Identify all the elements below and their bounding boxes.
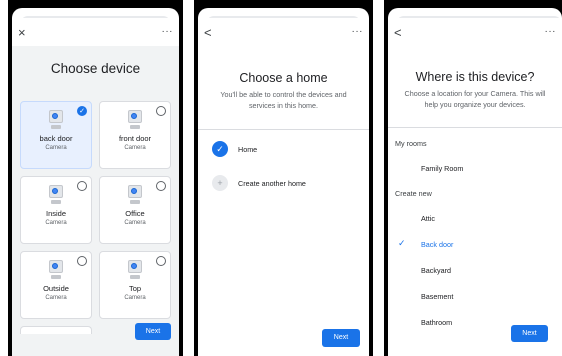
device-type: Camera (124, 295, 146, 301)
next-button[interactable]: Next (511, 325, 548, 342)
close-icon[interactable]: × (18, 26, 26, 39)
room-attic[interactable]: Attic (421, 214, 435, 223)
check-circle-icon: ✓ (212, 141, 228, 157)
back-icon[interactable]: < (204, 26, 212, 39)
divider (388, 127, 562, 128)
app-bar: × ··· (12, 18, 179, 46)
radio-icon[interactable] (156, 106, 166, 116)
create-home-option[interactable]: + Create another home (212, 175, 306, 191)
home-option-home[interactable]: ✓ Home (212, 141, 257, 157)
header: Choose a home You'll be able to control … (198, 71, 369, 111)
radio-icon[interactable] (77, 181, 87, 191)
device-type: Camera (124, 220, 146, 226)
header: Where is this device? Choose a location … (388, 70, 562, 110)
more-options-icon[interactable]: ··· (352, 27, 364, 37)
page-title: Choose device (50, 61, 141, 76)
app-bar: < ··· (198, 18, 369, 46)
room-back-door[interactable]: Back door (421, 240, 453, 249)
back-icon[interactable]: < (394, 26, 402, 39)
device-name: Outside (43, 284, 69, 293)
add-circle-icon: + (212, 175, 228, 191)
room-backyard[interactable]: Backyard (421, 266, 451, 275)
device-name: Top (128, 284, 142, 293)
app-surface: < ··· Choose a home You'll be able to co… (198, 18, 369, 356)
device-name: front door (118, 134, 152, 143)
device-grid: ✓ back door Camera front door Camera Ins… (20, 101, 171, 334)
home-option-label: Home (238, 144, 258, 154)
choose-home-screen: < ··· Choose a home You'll be able to co… (194, 0, 373, 356)
create-home-label: Create another home (238, 178, 306, 188)
camera-icon (49, 185, 63, 205)
device-type: Camera (45, 220, 67, 226)
device-card-partial[interactable] (20, 326, 92, 334)
next-button[interactable]: Next (322, 329, 360, 347)
page-title: Where is this device? (415, 70, 535, 84)
device-name: Inside (45, 209, 66, 218)
app-surface: × ··· Choose device ✓ back door Camera f… (12, 18, 179, 356)
device-type: Camera (45, 295, 67, 301)
device-card-front-door[interactable]: front door Camera (99, 101, 171, 169)
camera-icon (128, 185, 142, 205)
room-family-room[interactable]: Family Room (421, 164, 463, 173)
check-icon: ✓ (398, 238, 406, 248)
room-basement[interactable]: Basement (421, 292, 453, 301)
device-card-outside[interactable]: Outside Camera (20, 251, 92, 319)
radio-icon[interactable] (156, 256, 166, 266)
device-location-screen: < ··· Where is this device? Choose a loc… (384, 0, 562, 356)
radio-icon[interactable] (77, 256, 87, 266)
device-card-inside[interactable]: Inside Camera (20, 176, 92, 244)
app-surface: < ··· Where is this device? Choose a loc… (388, 18, 562, 356)
camera-icon (49, 110, 63, 130)
checked-radio-icon[interactable]: ✓ (77, 106, 87, 116)
choose-device-screen: × ··· Choose device ✓ back door Camera f… (8, 0, 183, 356)
camera-icon (49, 260, 63, 280)
device-panel: Choose device ✓ back door Camera front d… (12, 46, 179, 356)
device-card-back-door[interactable]: ✓ back door Camera (20, 101, 92, 169)
camera-icon (128, 260, 142, 280)
my-rooms-heading: My rooms (395, 139, 427, 148)
page-subtitle: You'll be able to control the devices an… (220, 90, 347, 110)
page-title: Choose a home (239, 71, 328, 85)
next-button[interactable]: Next (135, 323, 171, 340)
camera-icon (128, 110, 142, 130)
more-options-icon[interactable]: ··· (162, 27, 174, 37)
device-name: Office (125, 209, 145, 218)
device-card-top[interactable]: Top Camera (99, 251, 171, 319)
device-type: Camera (124, 145, 146, 151)
create-new-heading: Create new (395, 189, 432, 198)
more-options-icon[interactable]: ··· (545, 27, 557, 37)
device-type: Camera (45, 145, 67, 151)
device-card-office[interactable]: Office Camera (99, 176, 171, 244)
radio-icon[interactable] (156, 181, 166, 191)
room-bathroom[interactable]: Bathroom (421, 318, 452, 327)
app-bar: < ··· (388, 18, 562, 46)
page-subtitle: Choose a location for your Camera. This … (404, 89, 546, 109)
device-name: back door (39, 134, 73, 143)
divider (198, 129, 369, 130)
